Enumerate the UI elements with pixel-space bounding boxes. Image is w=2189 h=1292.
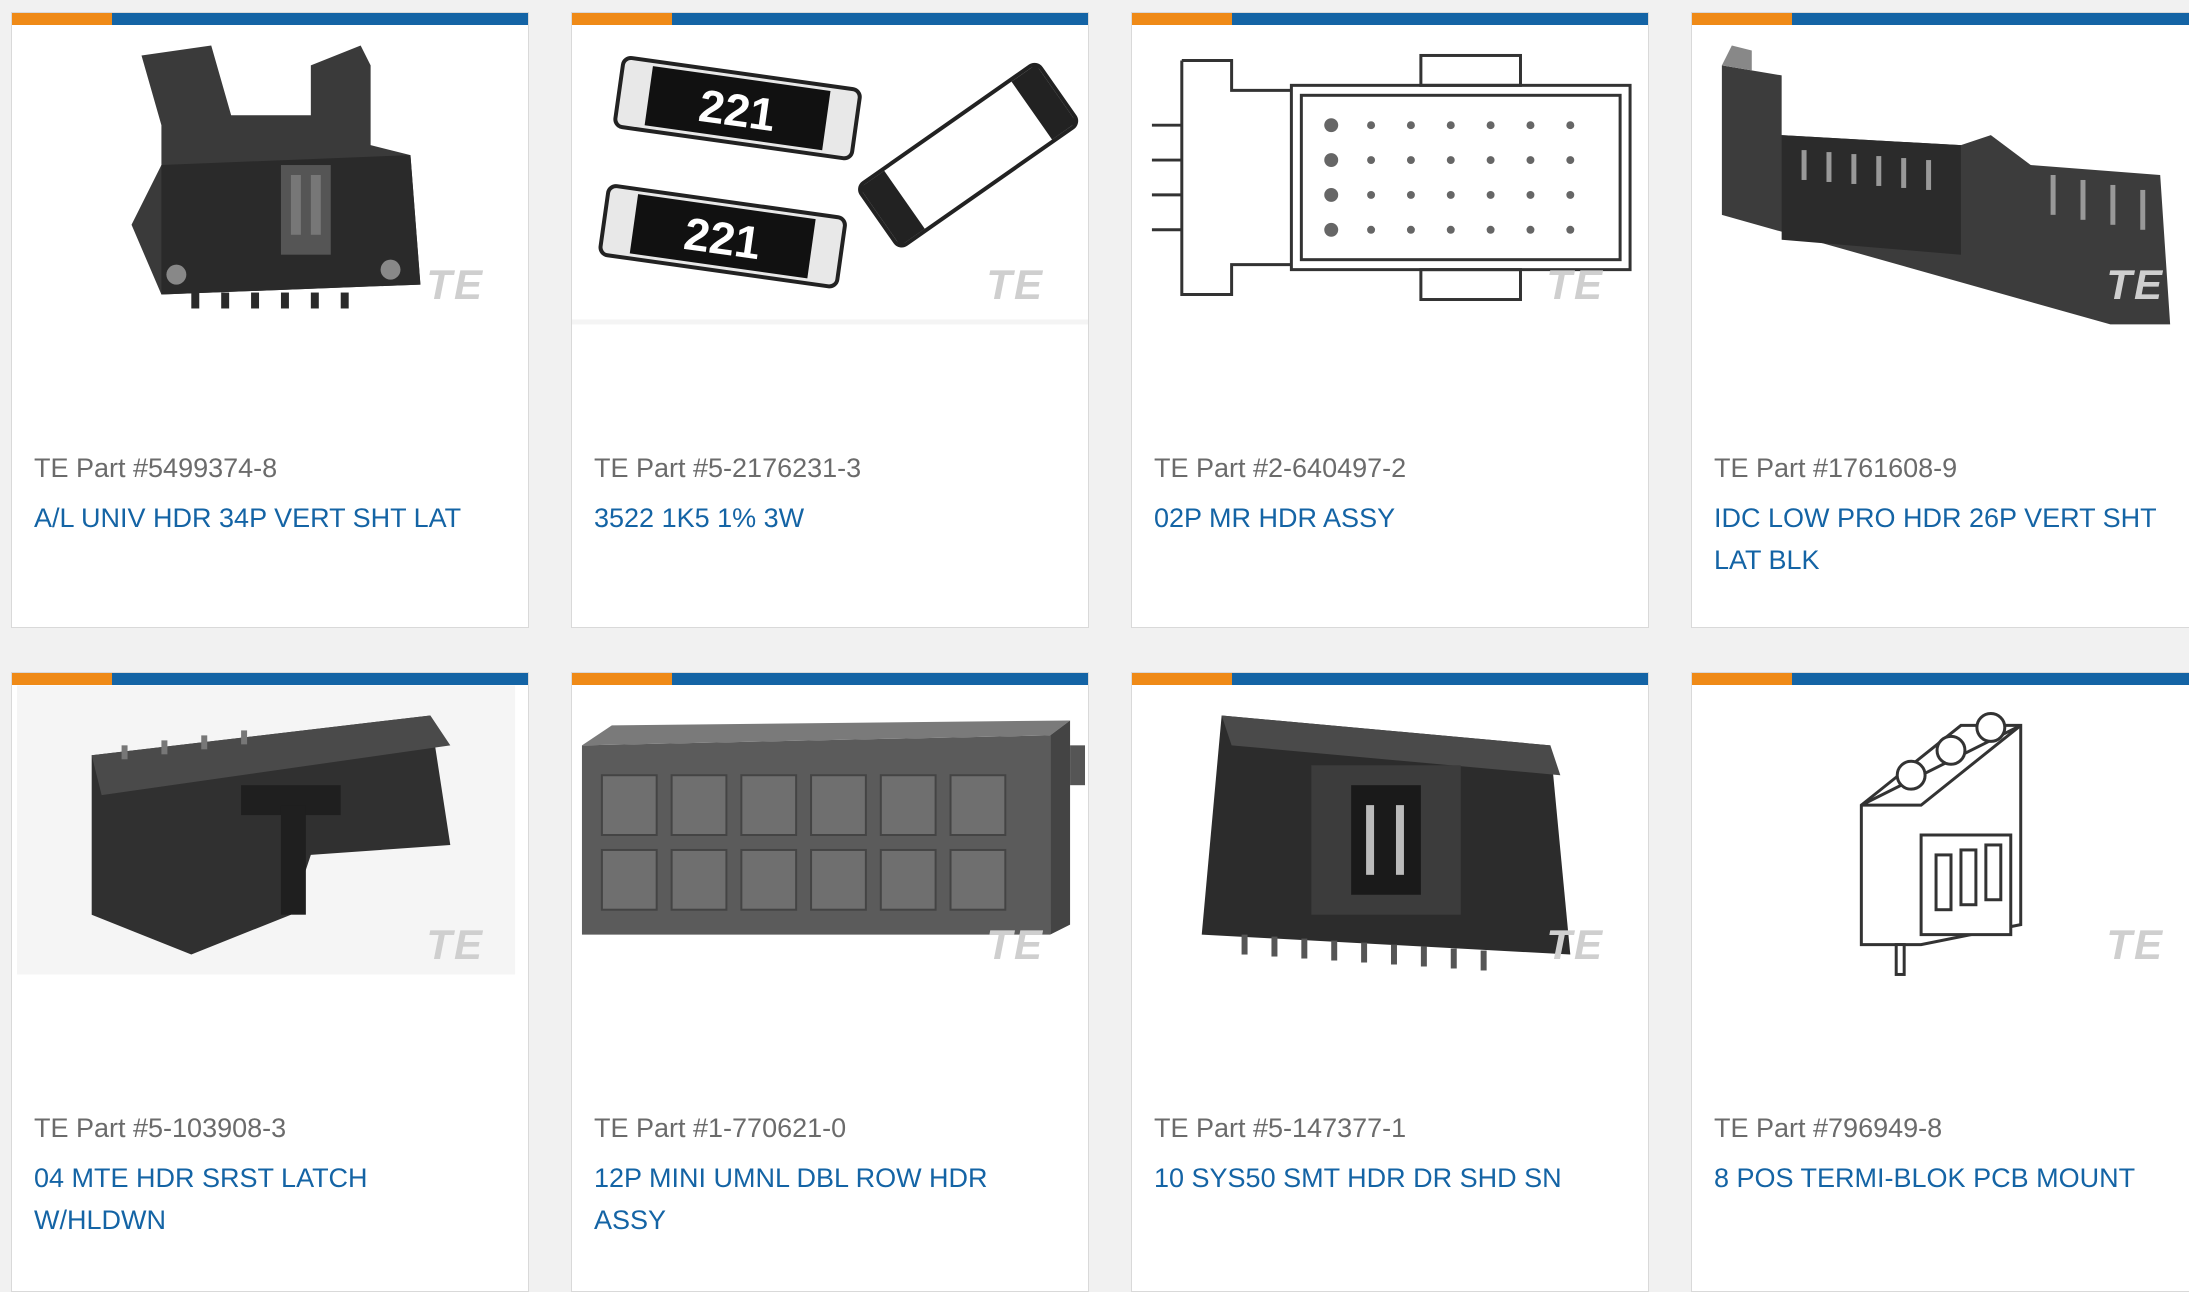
card-accent-bar [572,13,1088,25]
card-accent-bar [1692,13,2189,25]
te-logo: TE [1546,921,1604,968]
idc-header-image[interactable]: TE [1692,25,2189,325]
te-logo: TE [426,921,484,968]
card-accent-bar [12,673,528,685]
mte-header-image[interactable]: TE [12,685,528,985]
product-title-link[interactable]: 12P MINI UMNL DBL ROW HDR ASSY [594,1157,1064,1241]
part-number: TE Part #5499374-8 [34,453,278,483]
part-number: TE Part #1761608-9 [1714,453,1958,483]
te-logo: TE [986,921,1044,968]
product-card[interactable]: TE TE Part #5-103908-3 04 MTE HDR SRST L… [11,672,529,1292]
product-title-link[interactable]: 02P MR HDR ASSY [1154,497,1624,539]
product-card[interactable]: TE TE Part #1-770621-0 12P MINI UMNL DBL… [571,672,1089,1292]
card-accent-bar [12,13,528,25]
te-logo: TE [1546,261,1604,308]
product-card[interactable]: TE TE Part #796949-8 8 POS TERMI-BLOK PC… [1691,672,2189,1292]
part-number: TE Part #2-640497-2 [1154,453,1407,483]
product-card[interactable]: TE TE Part #2-640497-2 02P MR HDR ASSY [1131,12,1649,628]
product-title-link[interactable]: A/L UNIV HDR 34P VERT SHT LAT [34,497,504,539]
product-card[interactable]: TE TE Part #1761608-9 IDC LOW PRO HDR 26… [1691,12,2189,628]
smt-header-image[interactable]: TE [1132,685,1648,985]
card-accent-bar [1132,673,1648,685]
mini-header-image[interactable]: TE [572,685,1088,985]
te-logo: TE [986,261,1044,308]
te-logo: TE [2106,921,2164,968]
part-number: TE Part #5-147377-1 [1154,1113,1407,1143]
product-title-link[interactable]: 10 SYS50 SMT HDR DR SHD SN [1154,1157,1624,1199]
product-title-link[interactable]: IDC LOW PRO HDR 26P VERT SHT LAT BLK [1714,497,2184,581]
header-assembly-drawing[interactable]: TE [1132,25,1648,325]
card-accent-bar [1132,13,1648,25]
part-number: TE Part #796949-8 [1714,1113,1943,1143]
product-title-link[interactable]: 04 MTE HDR SRST LATCH W/HLDWN [34,1157,504,1241]
svg-text:221: 221 [696,80,779,141]
connector-header-image[interactable]: TE [12,25,528,325]
resistor-image[interactable]: 221 221 TE [572,25,1088,325]
product-grid: TE TE Part #5499374-8 A/L UNIV HDR 34P V… [0,0,2189,1292]
part-number: TE Part #1-770621-0 [594,1113,847,1143]
product-card[interactable]: TE TE Part #5-147377-1 10 SYS50 SMT HDR … [1131,672,1649,1292]
terminal-block-drawing[interactable]: TE [1692,685,2189,985]
card-accent-bar [1692,673,2189,685]
card-accent-bar [572,673,1088,685]
product-title-link[interactable]: 3522 1K5 1% 3W [594,497,1064,539]
svg-text:221: 221 [681,208,764,269]
part-number: TE Part #5-103908-3 [34,1113,287,1143]
product-card[interactable]: TE TE Part #5499374-8 A/L UNIV HDR 34P V… [11,12,529,628]
product-card[interactable]: 221 221 TE TE Part #5-2176231-3 3522 1K5… [571,12,1089,628]
te-logo: TE [2106,261,2164,308]
te-logo: TE [426,261,484,308]
part-number: TE Part #5-2176231-3 [594,453,862,483]
product-title-link[interactable]: 8 POS TERMI-BLOK PCB MOUNT [1714,1157,2184,1199]
